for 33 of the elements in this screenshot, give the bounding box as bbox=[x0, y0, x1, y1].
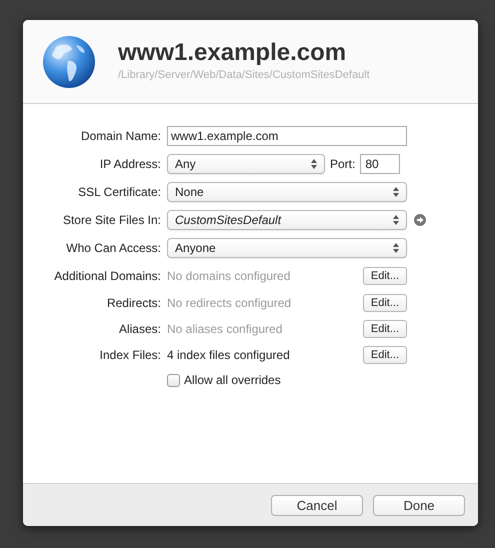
field-label: Aliases: bbox=[118, 321, 161, 338]
checkbox[interactable] bbox=[167, 374, 180, 386]
field-label: Store Site Files In: bbox=[62, 212, 161, 229]
stepper-arrows-icon bbox=[393, 187, 399, 197]
popup-menu[interactable]: CustomSitesDefault bbox=[167, 210, 407, 230]
summary-text: No domains configured bbox=[167, 268, 290, 285]
stepper-arrows-icon bbox=[393, 243, 399, 253]
field-label: SSL Certificate: bbox=[77, 184, 161, 201]
field-label: Redirects: bbox=[106, 295, 161, 312]
field-label: Additional Domains: bbox=[53, 268, 161, 285]
summary-text: No redirects configured bbox=[167, 295, 292, 312]
site-title: www1.example.com bbox=[118, 39, 348, 68]
checkbox-label: Allow all overrides bbox=[184, 372, 281, 389]
field-label: Index Files: bbox=[98, 347, 161, 364]
popup-menu[interactable]: None bbox=[167, 182, 407, 202]
port-label: Port: bbox=[330, 156, 356, 172]
port-field[interactable]: 80 bbox=[360, 154, 400, 174]
popup-menu[interactable]: Any bbox=[167, 154, 325, 174]
text-field[interactable]: www1.example.com bbox=[167, 126, 407, 146]
summary-text: No aliases configured bbox=[167, 321, 282, 338]
arrow-circle-icon[interactable] bbox=[414, 214, 426, 226]
stepper-arrows-icon bbox=[311, 158, 317, 168]
stepper-arrows-icon bbox=[393, 215, 399, 225]
dialog-button[interactable]: Cancel bbox=[271, 494, 363, 516]
field-label: Domain Name: bbox=[80, 128, 161, 145]
field-label: Who Can Access: bbox=[65, 240, 161, 257]
globe-icon bbox=[42, 34, 96, 88]
site-path: /Library/Server/Web/Data/Sites/CustomSitesDefault bbox=[118, 68, 370, 84]
popup-menu[interactable]: Anyone bbox=[167, 238, 407, 258]
field-label: IP Address: bbox=[98, 156, 161, 172]
edit-button[interactable]: Edit... bbox=[362, 346, 407, 364]
summary-text: 4 index files configured bbox=[167, 347, 290, 364]
dialog-button[interactable]: Done bbox=[373, 494, 465, 516]
